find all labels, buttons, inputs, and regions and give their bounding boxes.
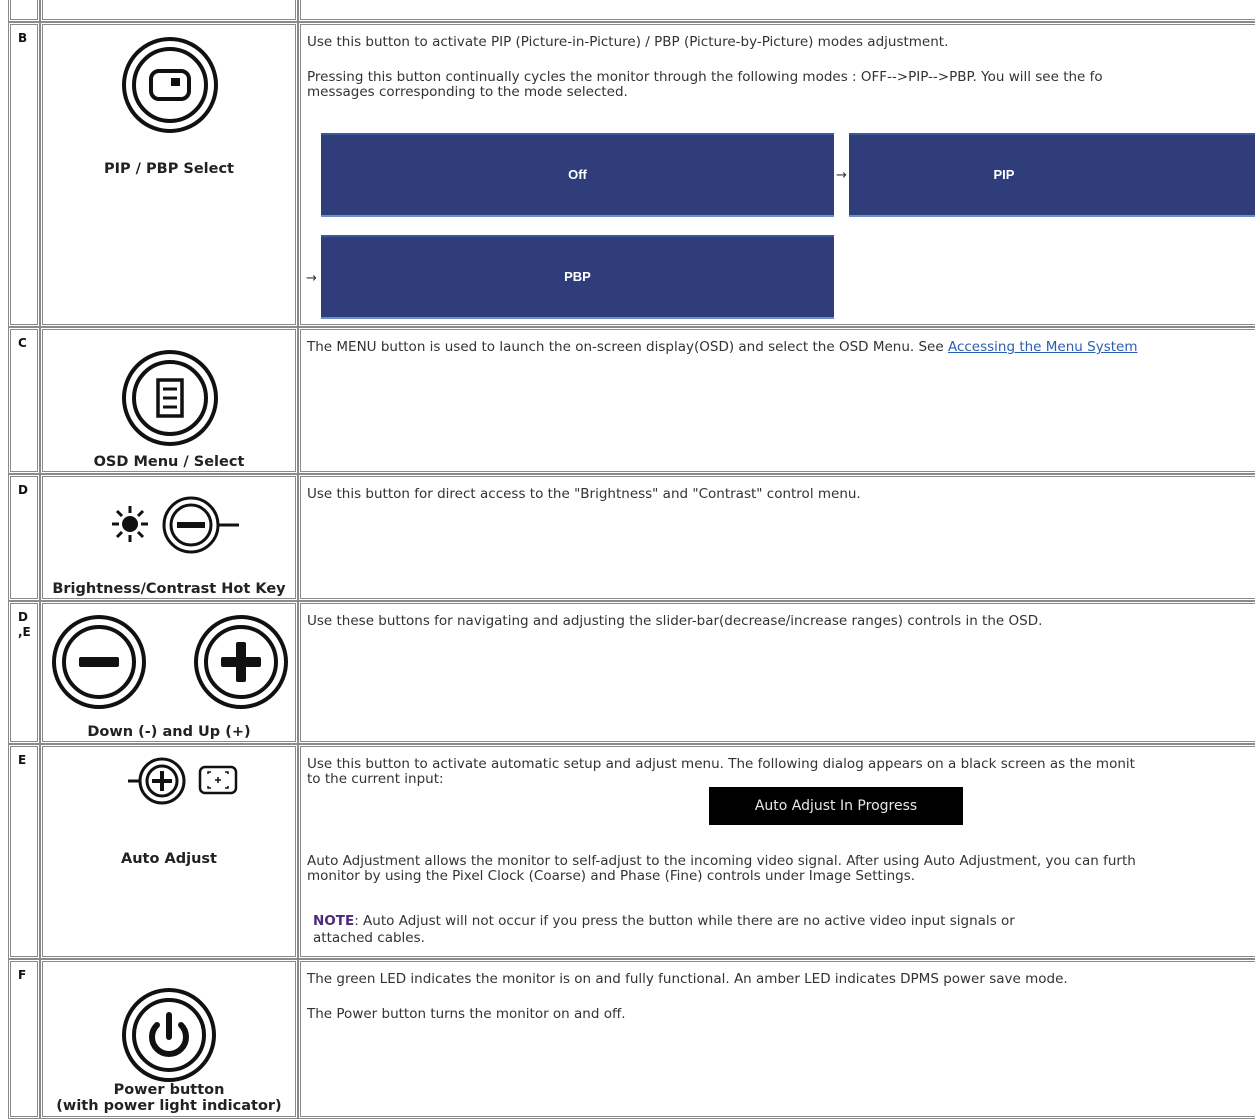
row-key-line-1: D [18, 610, 28, 624]
description-text: The Power button turns the monitor on an… [307, 1006, 626, 1022]
button-label: Power button [113, 1082, 225, 1098]
note-label: NOTE [313, 913, 355, 929]
row-key: C [18, 336, 27, 350]
key-cell: C [8, 327, 40, 474]
osd-mode-pip-label: PIP [993, 167, 1015, 182]
osd-mode-pip: PIP [849, 133, 1255, 217]
image-cell: Auto Adjust [40, 744, 298, 959]
image-cell: Power button (with power light indicator… [40, 959, 298, 1119]
description-cell: Use this button to activate PIP (Picture… [298, 22, 1255, 327]
description-cell [298, 0, 1255, 22]
arrow-icon: → [836, 168, 847, 183]
description-text: Pressing this button continually cycles … [307, 69, 1103, 85]
pip-pbp-select-icon [122, 37, 218, 133]
osd-mode-off: Off [321, 133, 834, 217]
table-row-power: F Power button (with power light indicat… [0, 959, 1255, 1119]
button-label: Down (-) and Up (+) [87, 724, 251, 740]
arrow-icon: → [306, 271, 317, 286]
key-cell: D [8, 474, 40, 601]
note-text: NOTE: Auto Adjust will not occur if you … [313, 914, 1255, 929]
description-text: The green LED indicates the monitor is o… [307, 971, 1068, 987]
description-text: Use this button to activate automatic se… [307, 756, 1135, 772]
description-cell: Use these buttons for navigating and adj… [298, 601, 1255, 744]
description-prefix: The MENU button is used to launch the on… [307, 339, 948, 355]
button-label: Auto Adjust [121, 851, 217, 867]
auto-adjust-dialog: Auto Adjust In Progress [709, 787, 963, 825]
description-text: The MENU button is used to launch the on… [307, 340, 1255, 355]
image-cell: Down (-) and Up (+) [40, 601, 298, 744]
description-text: Use this button to activate PIP (Picture… [307, 34, 949, 50]
minus-button-icon [52, 615, 146, 709]
row-key: D [18, 483, 28, 497]
description-text: Auto Adjustment allows the monitor to se… [307, 853, 1136, 869]
button-label: (with power light indicator) [56, 1098, 282, 1114]
osd-mode-off-label: Off [568, 167, 587, 182]
table-row-down-up: D ,E Down (-) and Up (+) Use these butto… [0, 601, 1255, 744]
key-cell: E [8, 744, 40, 959]
key-cell: D ,E [8, 601, 40, 744]
table-row-top [0, 0, 1255, 22]
row-key: E [18, 753, 27, 767]
brightness-icon [112, 506, 148, 542]
menu-icon [122, 350, 218, 446]
description-cell: The MENU button is used to launch the on… [298, 327, 1255, 474]
table-row-brightness-contrast: D Brightness/Contrast Hot Key Use this b… [0, 474, 1255, 601]
row-key: D ,E [18, 610, 31, 640]
note-text: attached cables. [313, 930, 425, 946]
image-cell: PIP / PBP Select [40, 22, 298, 327]
auto-adjust-button-icon [128, 757, 186, 805]
osd-mode-pbp: PBP [321, 235, 834, 319]
image-cell: OSD Menu / Select [40, 327, 298, 474]
description-text: Use this button for direct access to the… [307, 486, 861, 502]
accessing-menu-system-link[interactable]: Accessing the Menu System [948, 339, 1138, 355]
table-row-osd-menu: C OSD Menu / Select The MENU button is u… [0, 327, 1255, 474]
minus-button-icon [162, 496, 239, 554]
description-text: messages corresponding to the mode selec… [307, 84, 628, 100]
power-icon [122, 988, 216, 1082]
screen-adjust-icon [198, 765, 238, 795]
plus-button-icon [194, 615, 288, 709]
key-cell: F [8, 959, 40, 1119]
row-key: F [18, 968, 27, 982]
note-body: : Auto Adjust will not occur if you pres… [354, 913, 1015, 929]
button-label: PIP / PBP Select [103, 161, 234, 177]
description-cell: The green LED indicates the monitor is o… [298, 959, 1255, 1119]
image-cell: Brightness/Contrast Hot Key [40, 474, 298, 601]
description-text: to the current input: [307, 771, 444, 787]
row-key: B [18, 31, 28, 45]
key-cell: B [8, 22, 40, 327]
button-label: OSD Menu / Select [93, 454, 245, 470]
osd-mode-pbp-label: PBP [564, 269, 591, 284]
button-label: Brightness/Contrast Hot Key [52, 581, 286, 597]
row-key-line-2: ,E [18, 625, 31, 639]
description-text: Use these buttons for navigating and adj… [307, 613, 1043, 629]
image-cell [40, 0, 298, 22]
description-text: monitor by using the Pixel Clock (Coarse… [307, 868, 916, 884]
key-cell [8, 0, 40, 22]
description-cell: Use this button to activate automatic se… [298, 744, 1255, 959]
table-row-auto-adjust: E Auto Adjust Use this button to activat… [0, 744, 1255, 959]
description-cell: Use this button for direct access to the… [298, 474, 1255, 601]
table-row-pip-pbp: B PIP / PBP Select Use this button to ac… [0, 22, 1255, 327]
